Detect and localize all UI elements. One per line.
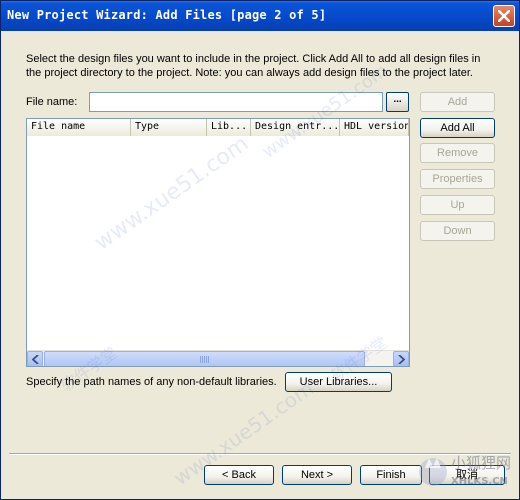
scroll-left-button[interactable]	[27, 351, 43, 366]
instructions-text: Select the design files you want to incl…	[26, 53, 481, 79]
logo-text: 小狐狸网	[451, 454, 512, 472]
window-title: New Project Wizard: Add Files [page 2 of…	[7, 8, 327, 22]
back-button[interactable]: < Back	[204, 465, 274, 485]
scroll-grip	[200, 356, 209, 363]
logo-domain: XHLKS.CN	[451, 476, 508, 487]
scroll-right-button[interactable]	[393, 351, 409, 366]
file-name-label: File name:	[26, 96, 78, 108]
add-button[interactable]: Add	[420, 92, 495, 112]
finish-button[interactable]: Finish	[360, 465, 422, 485]
close-icon	[498, 10, 510, 22]
column-library[interactable]: Lib...	[207, 119, 251, 136]
list-header: File name Type Lib... Design entr... HDL…	[27, 119, 409, 136]
properties-button[interactable]: Properties	[420, 169, 495, 189]
wizard-window: New Project Wizard: Add Files [page 2 of…	[0, 0, 520, 500]
add-all-button[interactable]: Add All	[420, 118, 495, 138]
up-button[interactable]: Up	[420, 195, 495, 215]
browse-button[interactable]: ...	[386, 92, 409, 112]
column-file-name[interactable]: File name	[27, 119, 131, 136]
close-button[interactable]	[493, 5, 515, 27]
title-bar[interactable]: New Project Wizard: Add Files [page 2 of…	[1, 1, 519, 31]
arrow-left-icon	[32, 355, 39, 364]
remove-button[interactable]: Remove	[420, 143, 495, 163]
column-type[interactable]: Type	[131, 119, 207, 136]
site-logo: 小狐狸网 XHLKS.CN	[415, 446, 519, 496]
next-button[interactable]: Next >	[282, 465, 352, 485]
arrow-right-icon	[398, 355, 405, 364]
down-button[interactable]: Down	[420, 221, 495, 241]
column-hdl-version[interactable]: HDL version	[340, 119, 409, 136]
